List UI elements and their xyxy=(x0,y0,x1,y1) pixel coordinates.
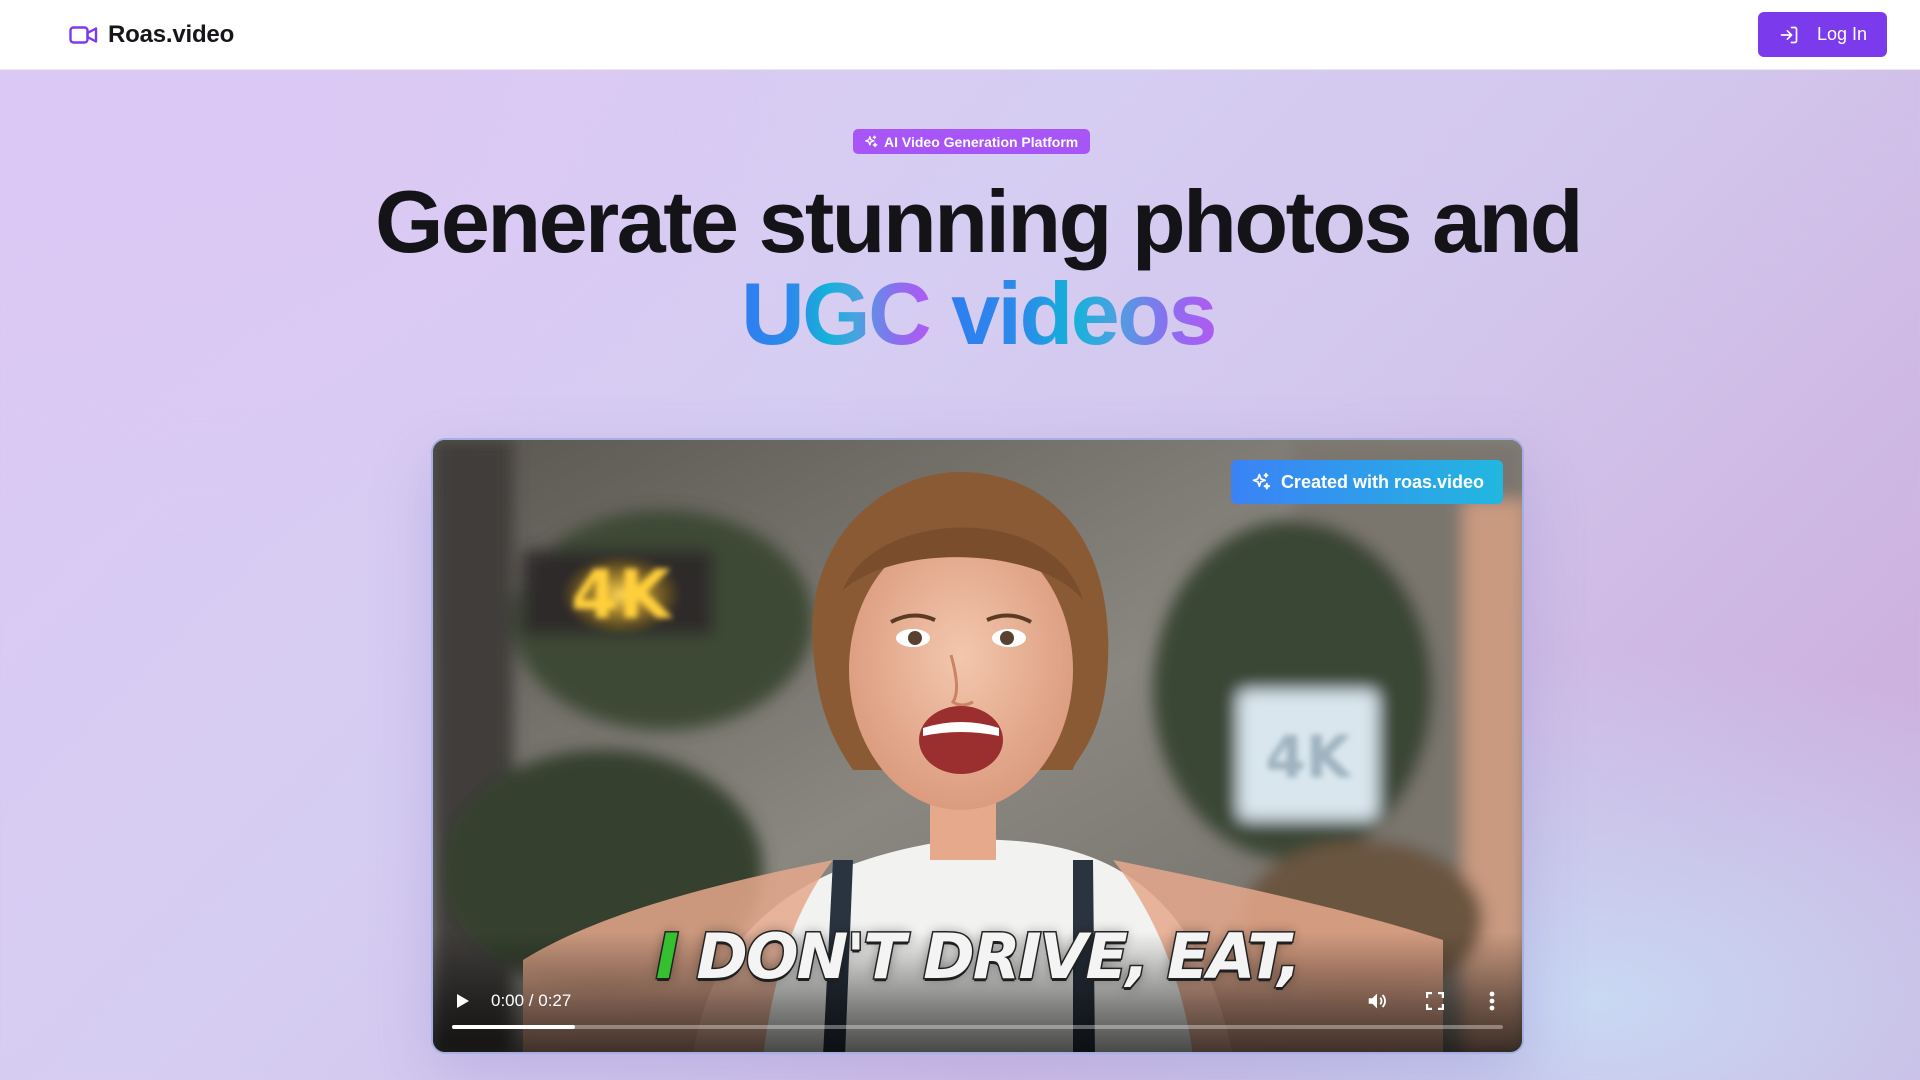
created-with-badge: Created with roas.video xyxy=(1230,460,1503,504)
video-camera-icon xyxy=(69,24,98,46)
login-button[interactable]: Log In xyxy=(1757,12,1887,57)
play-icon xyxy=(457,994,469,1008)
volume-icon xyxy=(1368,993,1386,1009)
mute-button[interactable] xyxy=(1365,989,1389,1013)
svg-text:4K: 4K xyxy=(1265,723,1352,791)
buffered-progress-fill xyxy=(452,1025,575,1029)
more-options-icon xyxy=(1489,991,1495,1011)
hero-headline-line1: Generate stunning photos and xyxy=(374,172,1584,271)
top-navbar: Roas.video Log In xyxy=(0,0,1920,70)
login-button-label: Log In xyxy=(1816,24,1867,44)
platform-badge: AI Video Generation Platform xyxy=(853,129,1091,154)
sparkles-icon xyxy=(1251,472,1271,492)
demo-video-player[interactable]: 4K 4K Created with roas.video I DON'T DR… xyxy=(431,438,1524,1054)
sparkles-icon xyxy=(864,135,878,149)
subtitle-highlight-word: I xyxy=(654,919,680,995)
created-with-label: Created with roas.video xyxy=(1280,471,1484,492)
video-progress-bar[interactable] xyxy=(452,1025,1503,1029)
play-button[interactable] xyxy=(453,991,473,1011)
video-subtitle: I DON'T DRIVE, EAT, xyxy=(433,919,1522,995)
headline-videos-word: videos xyxy=(951,264,1217,363)
headline-ugc-word: UGC xyxy=(741,264,932,363)
svg-text:4K: 4K xyxy=(571,556,673,635)
hero-headline-line2: UGC videos xyxy=(0,266,1920,362)
time-display: 0:00 / 0:27 xyxy=(491,991,572,1010)
brand-logo-link[interactable]: Roas.video xyxy=(69,21,234,49)
more-options-button[interactable] xyxy=(1480,989,1504,1013)
log-in-icon xyxy=(1779,25,1799,45)
fullscreen-button[interactable] xyxy=(1423,989,1447,1013)
fullscreen-icon xyxy=(1426,992,1444,1010)
platform-badge-label: AI Video Generation Platform xyxy=(884,133,1079,150)
brand-name: Roas.video xyxy=(108,20,235,48)
subtitle-text: DON'T DRIVE, EAT, xyxy=(695,919,1303,995)
